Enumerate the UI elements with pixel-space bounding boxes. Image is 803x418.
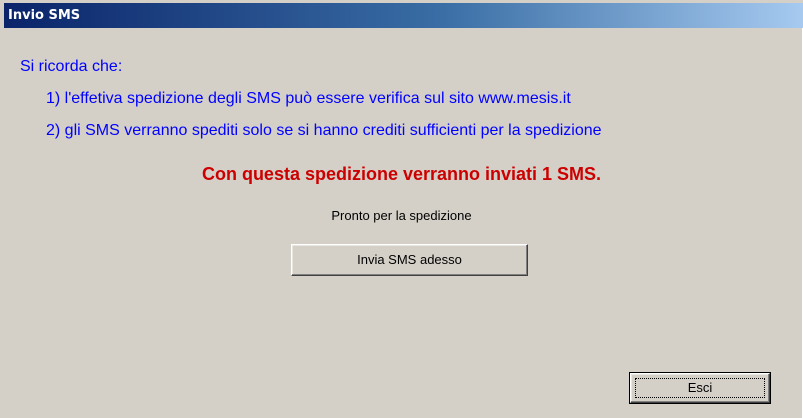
window-title: Invio SMS — [8, 8, 81, 23]
window-titlebar[interactable]: Invio SMS — [4, 3, 803, 28]
dialog-body: Si ricorda che: 1) l'effetiva spedizione… — [0, 28, 803, 418]
reminder-item-credits: 2) gli SMS verranno spediti solo se si h… — [46, 122, 602, 139]
sms-count-warning: Con questa spedizione verranno inviati 1… — [201, 164, 602, 184]
send-sms-button[interactable]: Invia SMS adesso — [291, 244, 528, 276]
exit-button-label: Esci — [687, 380, 713, 395]
reminder-heading: Si ricorda che: — [20, 58, 123, 75]
reminder-item-verification: 1) l'effetiva spedizione degli SMS può e… — [46, 90, 571, 107]
exit-button[interactable]: Esci — [629, 372, 771, 404]
send-sms-button-label: Invia SMS adesso — [357, 252, 462, 267]
status-text: Pronto per la spedizione — [331, 208, 472, 223]
sms-dialog-window: Invio SMS Si ricorda che: 1) l'effetiva … — [0, 0, 803, 418]
